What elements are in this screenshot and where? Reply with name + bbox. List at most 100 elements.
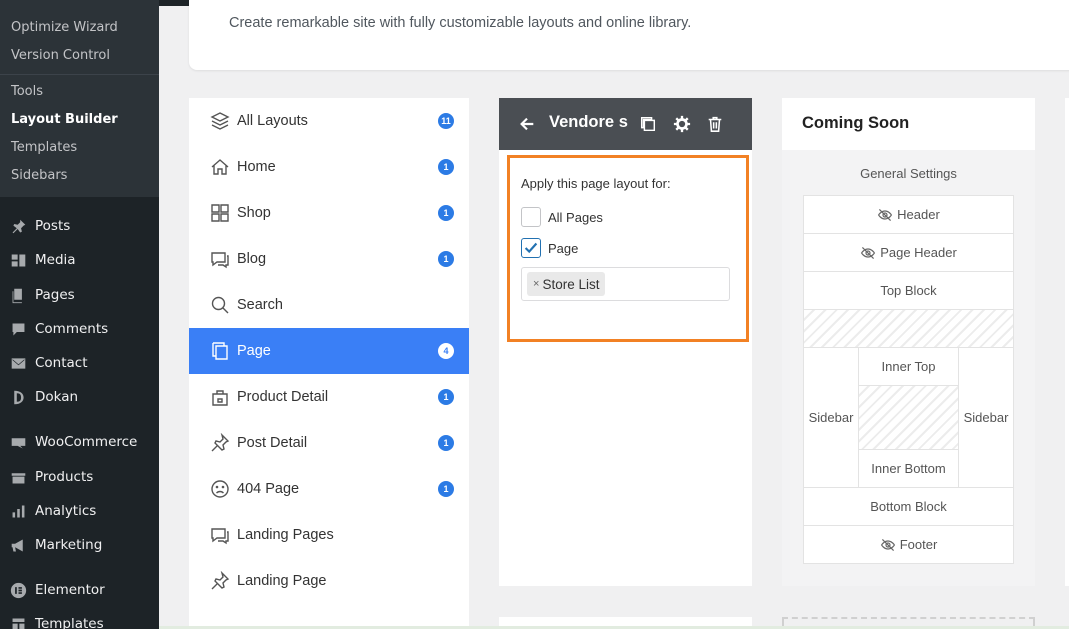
header-block[interactable]: Header [803, 195, 1014, 234]
block-label: Footer [899, 537, 938, 552]
product-icon [209, 386, 231, 408]
submenu-version-control[interactable]: Version Control [11, 48, 110, 63]
menu-media[interactable]: Media [0, 243, 159, 277]
coming-soon-title[interactable]: Coming Soon [802, 114, 909, 133]
layout-label: Blog [237, 251, 267, 267]
comments-icon [8, 320, 28, 338]
tag-label: Store List [542, 276, 600, 292]
tag-remove-icon[interactable]: × [533, 278, 539, 290]
layout-label: Search [237, 297, 283, 313]
pages-icon [8, 286, 28, 304]
menu-templates[interactable]: Templates [0, 607, 159, 629]
left-sidebar-block[interactable]: Sidebar [803, 347, 859, 488]
editor-header: Vendore s [499, 98, 752, 150]
menu-contact[interactable]: Contact [0, 346, 159, 380]
bottom-block[interactable]: Bottom Block [803, 487, 1014, 526]
option-all-pages[interactable]: All Pages [521, 207, 603, 227]
layout-item-shop[interactable]: Shop 1 [189, 190, 469, 236]
gear-icon[interactable] [672, 114, 692, 134]
submenu-sidebars[interactable]: Sidebars [11, 168, 67, 183]
submenu-layout-builder[interactable]: Layout Builder [11, 112, 118, 127]
menu-elementor[interactable]: Elementor [0, 573, 159, 607]
menu-pages[interactable]: Pages [0, 278, 159, 312]
chat-icon [209, 248, 231, 270]
right-sidebar-block[interactable]: Sidebar [958, 347, 1014, 488]
menu-label: Analytics [35, 503, 97, 519]
menu-comments[interactable]: Comments [0, 312, 159, 346]
layout-item-post-detail[interactable]: Post Detail 1 [189, 420, 469, 466]
mail-icon [8, 354, 28, 372]
block-label: Sidebar [963, 410, 1009, 425]
content-placeholder [858, 385, 959, 450]
count-badge: 1 [438, 205, 454, 221]
menu-posts[interactable]: Posts [0, 209, 159, 243]
page-checkbox[interactable] [521, 238, 541, 258]
block-label: Inner Bottom [871, 461, 946, 476]
block-label: Bottom Block [870, 499, 947, 514]
layout-label: Landing Pages [237, 527, 334, 543]
layout-label: All Layouts [237, 113, 308, 129]
home-icon [209, 156, 231, 178]
menu-woocommerce[interactable]: WooCommerce [0, 425, 159, 459]
layout-item-page[interactable]: Page 4 [189, 328, 469, 374]
menu-label: Pages [35, 287, 75, 303]
menu-label: Marketing [35, 537, 103, 553]
option-page[interactable]: Page [521, 238, 578, 258]
submenu-optimize-wizard[interactable]: Optimize Wizard [11, 20, 118, 35]
eye-off-icon [880, 538, 895, 551]
submenu-tools[interactable]: Tools [11, 84, 43, 99]
option-label: Page [548, 240, 579, 256]
top-block[interactable]: Top Block [803, 271, 1014, 310]
count-badge: 1 [438, 389, 454, 405]
menu-analytics[interactable]: Analytics [0, 494, 159, 528]
apply-layout-label: Apply this page layout for: [521, 176, 671, 191]
page-subtitle: Create remarkable site with fully custom… [229, 15, 692, 31]
selected-page-tag: × Store List [527, 272, 606, 296]
menu-label: Templates [35, 616, 104, 629]
layout-item-landing-pages[interactable]: Landing Pages [189, 512, 469, 558]
layout-title[interactable]: Vendore s [549, 113, 633, 132]
page-header-block[interactable]: Page Header [803, 233, 1014, 272]
templates-icon [8, 615, 28, 629]
all-pages-checkbox[interactable] [521, 207, 541, 227]
chat-icon [209, 524, 231, 546]
menu-dokan[interactable]: Dokan [0, 380, 159, 414]
block-label: Sidebar [808, 410, 854, 425]
layout-item-product-detail[interactable]: Product Detail 1 [189, 374, 469, 420]
layout-label: Landing Page [237, 573, 327, 589]
layout-item-all-layouts[interactable]: All Layouts 11 [189, 98, 469, 144]
trash-icon[interactable] [705, 114, 725, 134]
submenu-templates[interactable]: Templates [11, 140, 77, 155]
count-badge: 4 [438, 343, 454, 359]
general-settings-link[interactable]: General Settings [782, 166, 1035, 181]
menu-label: Dokan [35, 389, 79, 405]
layout-item-404-page[interactable]: 404 Page 1 [189, 466, 469, 512]
layout-item-landing-page[interactable]: Landing Page [189, 558, 469, 604]
back-arrow-icon[interactable] [517, 114, 537, 134]
submenu-separator [0, 74, 159, 75]
layout-item-blog[interactable]: Blog 1 [189, 236, 469, 282]
layout-label: Product Detail [237, 389, 329, 405]
menu-products[interactable]: Products [0, 460, 159, 494]
inner-top-block[interactable]: Inner Top [858, 347, 959, 386]
footer-block[interactable]: Footer [803, 525, 1014, 564]
admin-sidebar: Optimize Wizard Version Control Tools La… [0, 0, 159, 629]
duplicate-icon[interactable] [638, 114, 658, 134]
elementor-icon [8, 581, 28, 599]
layout-item-search[interactable]: Search [189, 282, 469, 328]
empty-block-placeholder [803, 309, 1014, 348]
menu-label: Products [35, 469, 94, 485]
inner-bottom-block[interactable]: Inner Bottom [858, 449, 959, 488]
media-icon [8, 251, 28, 269]
layout-type-list: All Layouts 11 Home 1 Shop 1 Blog 1 Sear… [189, 98, 469, 629]
menu-marketing[interactable]: Marketing [0, 528, 159, 562]
layout-label: Shop [237, 205, 271, 221]
block-label: Top Block [880, 283, 937, 298]
megaphone-icon [8, 536, 28, 554]
pin-icon [209, 432, 231, 454]
layout-item-home[interactable]: Home 1 [189, 144, 469, 190]
grid-icon [209, 202, 231, 224]
menu-label: Posts [35, 218, 71, 234]
apply-layout-panel: Apply this page layout for: All Pages Pa… [507, 155, 749, 342]
page-select-field[interactable]: × Store List [521, 267, 730, 301]
